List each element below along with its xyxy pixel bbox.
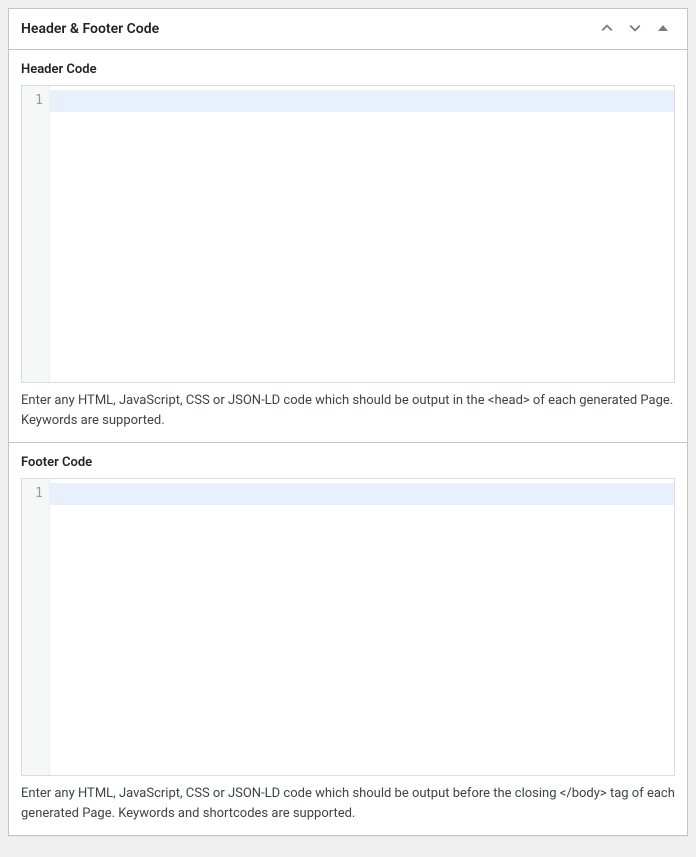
header-code-editor: 1 bbox=[21, 85, 675, 383]
footer-code-area bbox=[50, 479, 674, 775]
triangle-up-icon bbox=[657, 22, 669, 37]
footer-code-label: Footer Code bbox=[21, 455, 675, 470]
footer-code-gutter: 1 bbox=[22, 479, 50, 775]
chevron-up-icon bbox=[598, 19, 616, 40]
chevron-down-icon bbox=[626, 19, 644, 40]
line-number: 1 bbox=[26, 90, 43, 112]
footer-code-help-text: Enter any HTML, JavaScript, CSS or JSON-… bbox=[21, 784, 675, 823]
move-down-button[interactable] bbox=[623, 17, 647, 41]
footer-code-section: Footer Code 1 Enter any HTML, JavaScript… bbox=[9, 443, 687, 835]
toggle-panel-button[interactable] bbox=[651, 17, 675, 41]
metabox-title: Header & Footer Code bbox=[21, 21, 159, 37]
header-code-area bbox=[50, 86, 674, 382]
line-number: 1 bbox=[26, 483, 43, 505]
header-footer-code-metabox: Header & Footer Code Header Code bbox=[8, 8, 688, 836]
footer-code-editor: 1 bbox=[21, 478, 675, 776]
header-code-input[interactable] bbox=[50, 86, 674, 382]
header-code-label: Header Code bbox=[21, 62, 675, 77]
metabox-header: Header & Footer Code bbox=[9, 9, 687, 50]
header-code-section: Header Code 1 Enter any HTML, JavaScript… bbox=[9, 50, 687, 443]
footer-code-input[interactable] bbox=[50, 479, 674, 775]
header-code-help-text: Enter any HTML, JavaScript, CSS or JSON-… bbox=[21, 391, 675, 430]
header-code-gutter: 1 bbox=[22, 86, 50, 382]
metabox-controls bbox=[595, 17, 675, 41]
move-up-button[interactable] bbox=[595, 17, 619, 41]
